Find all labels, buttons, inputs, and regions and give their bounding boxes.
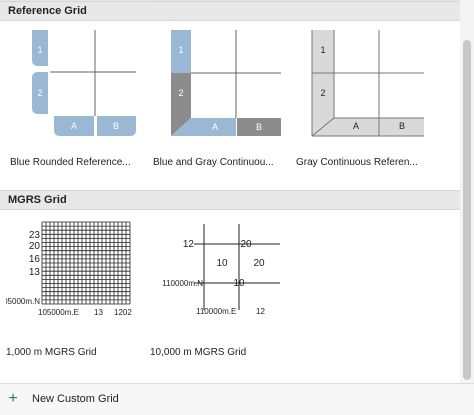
gray-continuous-preview: 1 2 A B (311, 30, 424, 137)
blue-rounded-preview: 1 2 A B (32, 30, 136, 136)
grid-style-blue-gray-continuous[interactable]: 1 2 A B Blue and Gray Continuou... (153, 26, 298, 176)
grid-style-blue-rounded[interactable]: 1 2 A B Blue Rounded Reference... (10, 26, 150, 176)
corner-east-label: 105000m.E (38, 308, 79, 317)
grid-style-mgrs-1000m[interactable]: 23 20 16 13 105000m.N 105000m.E 13 1202 … (6, 216, 146, 366)
grid-style-label: 10,000 m MGRS Grid (150, 347, 247, 358)
grid-style-gray-continuous[interactable]: 1 2 A B Gray Continuous Referen... (296, 26, 446, 176)
new-custom-grid-button[interactable]: + New Custom Grid (6, 389, 119, 409)
scrollbar-thumb[interactable] (463, 40, 471, 380)
section-title: Reference Grid (8, 5, 87, 17)
section-header-reference-grid: Reference Grid (0, 1, 460, 21)
tick-label: 10 (216, 258, 228, 269)
grid-style-label: 1,000 m MGRS Grid (6, 347, 97, 358)
col-label: A (353, 121, 359, 131)
vertical-scrollbar[interactable] (460, 0, 474, 384)
row-label: 2 (37, 88, 42, 98)
tick-label: 12 (256, 307, 265, 316)
tick-label: 1202 (114, 308, 132, 317)
tick-label: 20 (240, 239, 252, 250)
corner-north-label: 110000m.N (162, 279, 203, 288)
row-label: 2 (178, 88, 183, 98)
section-header-mgrs-grid: MGRS Grid (0, 190, 460, 210)
tick-label: 13 (29, 267, 41, 278)
row-label: 2 (320, 88, 325, 98)
tick-label: 10 (233, 278, 245, 289)
tick-label: 16 (29, 254, 41, 265)
col-label: B (399, 121, 405, 131)
tick-label: 20 (253, 258, 265, 269)
section-title: MGRS Grid (8, 194, 67, 206)
grid-style-label: Blue Rounded Reference... (10, 157, 131, 168)
corner-north-label: 105000m.N (6, 297, 40, 306)
mgrs-1000m-preview: 23 20 16 13 105000m.N 105000m.E 13 1202 (6, 221, 132, 317)
row-label: 1 (37, 45, 42, 55)
grid-style-label: Blue and Gray Continuou... (153, 157, 274, 168)
row-label: 1 (320, 45, 325, 55)
footer-bar: + New Custom Grid (0, 383, 474, 415)
col-label: B (113, 121, 119, 131)
plus-icon: + (8, 390, 18, 407)
corner-east-label: 110000m.E (196, 307, 236, 316)
mgrs-10000m-preview: 12 20 10 20 10 110000m.N 110000m.E 12 (162, 224, 280, 316)
tick-label: 20 (29, 241, 41, 252)
tick-label: 23 (29, 230, 41, 241)
col-label: B (256, 122, 262, 132)
tick-label: 13 (94, 308, 103, 317)
new-custom-grid-label: New Custom Grid (32, 393, 119, 405)
blue-gray-continuous-preview: 1 2 A B (171, 30, 281, 136)
grid-style-label: Gray Continuous Referen... (296, 157, 418, 168)
tick-label: 12 (183, 239, 195, 250)
col-label: A (212, 122, 218, 132)
row-label: 1 (178, 45, 183, 55)
grid-style-mgrs-10000m[interactable]: 12 20 10 20 10 110000m.N 110000m.E 12 10… (150, 216, 296, 366)
col-label: A (71, 121, 77, 131)
